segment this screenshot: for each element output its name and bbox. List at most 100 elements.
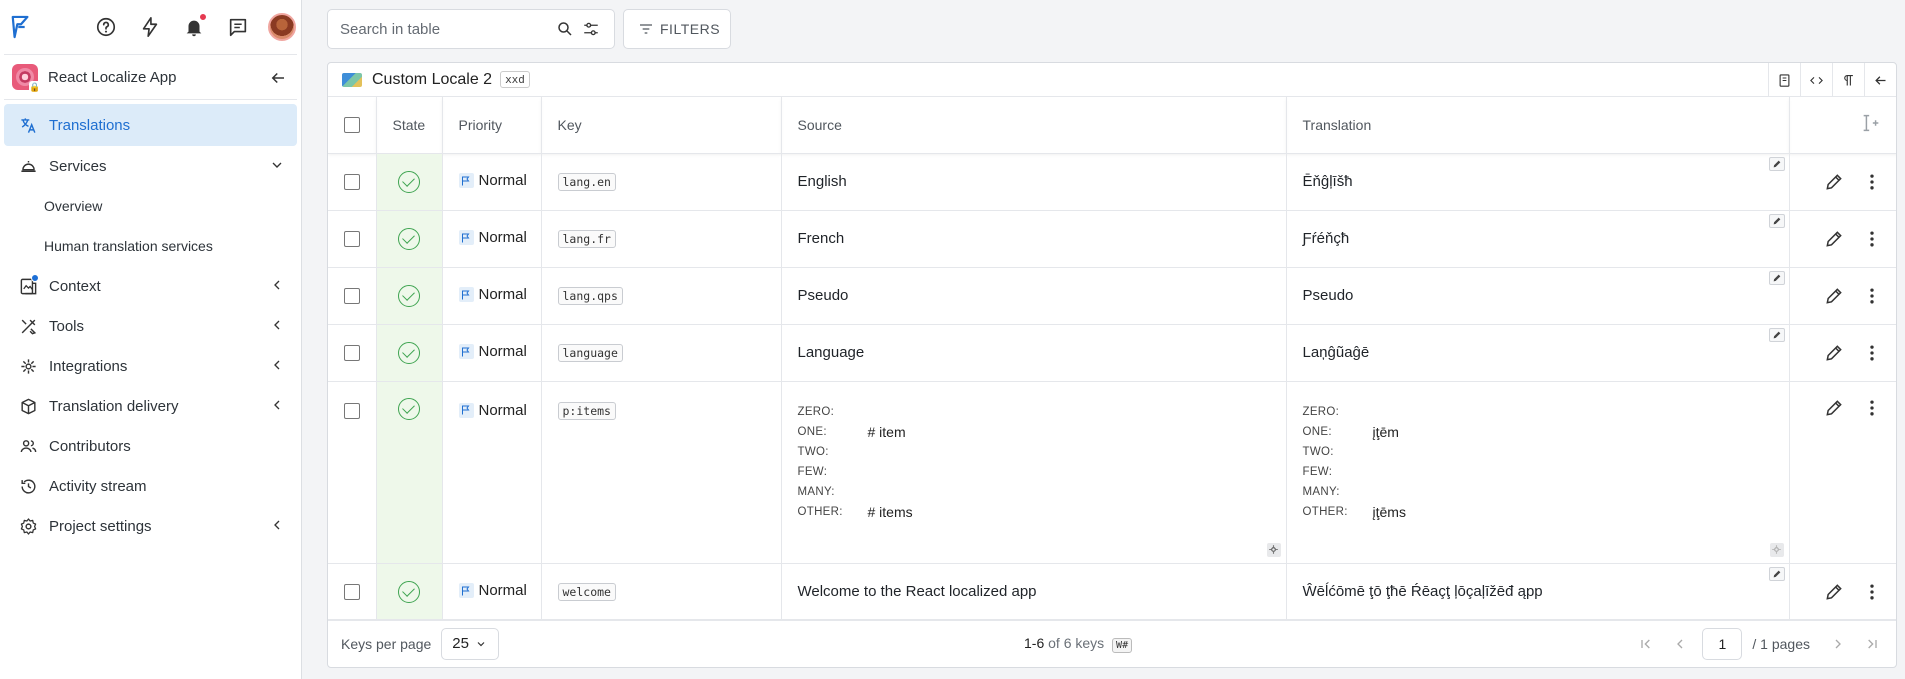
sidebar-item-translation-delivery[interactable]: Translation delivery — [4, 386, 297, 426]
pencil-icon[interactable] — [1768, 270, 1785, 285]
priority-cell[interactable]: Normal — [442, 563, 542, 621]
plural-settings-icon[interactable] — [1266, 542, 1281, 557]
messages-icon[interactable] — [224, 13, 252, 41]
key-cell[interactable]: lang.en — [541, 153, 782, 211]
whitespace-toggle-button[interactable] — [1832, 63, 1864, 97]
page-number-input[interactable]: 1 — [1702, 628, 1743, 660]
next-page-icon[interactable] — [1826, 632, 1850, 656]
column-header-source[interactable]: Source — [781, 97, 1287, 154]
word-count-badge[interactable]: W# — [1112, 638, 1133, 653]
filters-button[interactable]: FILTERS — [623, 9, 731, 49]
edit-pencil-icon[interactable] — [1824, 398, 1844, 418]
user-avatar[interactable] — [268, 13, 296, 41]
table-row[interactable]: Normal welcome Welcome to the React loca… — [328, 563, 1896, 621]
app-logo[interactable] — [9, 13, 33, 41]
translation-cell[interactable]: Ƒŕéňçħ — [1286, 210, 1790, 268]
sidebar-item-overview[interactable]: Overview — [0, 186, 301, 226]
sidebar-item-contributors[interactable]: Contributors — [4, 426, 297, 466]
sidebar-item-context[interactable]: Context — [4, 266, 297, 306]
pencil-icon[interactable] — [1768, 327, 1785, 342]
plural-settings-icon[interactable] — [1769, 542, 1784, 557]
row-checkbox[interactable] — [343, 288, 360, 305]
column-width-icon[interactable] — [1858, 112, 1884, 134]
key-cell[interactable]: p:items — [541, 381, 782, 564]
table-row[interactable]: Normal lang.qps Pseudo Pseudo — [328, 267, 1896, 325]
more-vertical-icon[interactable] — [1862, 398, 1882, 418]
source-cell[interactable]: ZERO: ONE: # item TWO: FEW: MANY: OTHER: #… — [781, 381, 1287, 564]
priority-cell[interactable]: Normal — [442, 267, 542, 325]
priority-cell[interactable]: Normal — [442, 324, 542, 382]
first-page-icon[interactable] — [1634, 632, 1658, 656]
previous-page-icon[interactable] — [1668, 632, 1692, 656]
source-cell[interactable]: Pseudo — [781, 267, 1287, 325]
code-toggle-button[interactable] — [1800, 63, 1832, 97]
source-cell[interactable]: English — [781, 153, 1287, 211]
row-checkbox[interactable] — [343, 231, 360, 248]
search-input[interactable] — [340, 20, 540, 38]
priority-cell[interactable]: Normal — [442, 381, 542, 564]
project-header[interactable]: 🔒 React Localize App — [4, 54, 297, 100]
sidebar-item-translations[interactable]: Translations — [4, 104, 297, 146]
search-options-icon[interactable] — [582, 20, 600, 38]
edit-pencil-icon[interactable] — [1824, 286, 1844, 306]
more-vertical-icon[interactable] — [1862, 582, 1882, 602]
more-vertical-icon[interactable] — [1862, 343, 1882, 363]
more-vertical-icon[interactable] — [1862, 229, 1882, 249]
edit-pencil-icon[interactable] — [1824, 582, 1844, 602]
row-checkbox[interactable] — [343, 174, 360, 191]
source-cell[interactable]: Language — [781, 324, 1287, 382]
sidebar-item-human-translation-services[interactable]: Human translation services — [0, 226, 301, 266]
row-checkbox[interactable] — [343, 345, 360, 362]
table-row[interactable]: Normal lang.fr French Ƒŕéňçħ — [328, 210, 1896, 268]
close-locale-button[interactable] — [1864, 63, 1896, 97]
sidebar-item-services[interactable]: Services — [4, 146, 297, 186]
translation-cell[interactable]: Ēňĝļīšħ — [1286, 153, 1790, 211]
column-header-key[interactable]: Key — [541, 97, 782, 154]
table-row[interactable]: Normal p:items ZERO: ONE: # item TWO: FEW… — [328, 381, 1896, 564]
row-checkbox[interactable] — [343, 584, 360, 601]
help-icon[interactable] — [92, 13, 120, 41]
table-row[interactable]: Normal lang.en English Ēňĝļīšħ — [328, 153, 1896, 211]
edit-pencil-icon[interactable] — [1824, 343, 1844, 363]
priority-cell[interactable]: Normal — [442, 153, 542, 211]
table-row[interactable]: Normal language Language Laņĝũaĝē — [328, 324, 1896, 382]
translation-cell[interactable]: Ŵēĺćōmē ţō ţħē Ŕēaçţ ļōçaļīžēđ ąpp — [1286, 563, 1790, 621]
translation-cell[interactable]: ZERO: ONE: įţēm TWO: FEW: MANY: OTHER: įţē… — [1286, 381, 1790, 564]
sidebar-item-activity-stream[interactable]: Activity stream — [4, 466, 297, 506]
keys-per-page-select[interactable]: 25 — [441, 627, 500, 660]
pencil-icon[interactable] — [1768, 156, 1785, 171]
key-cell[interactable]: welcome — [541, 563, 782, 621]
pencil-icon[interactable] — [1768, 213, 1785, 228]
translation-cell[interactable]: Pseudo — [1286, 267, 1790, 325]
sidebar-item-tools[interactable]: Tools — [4, 306, 297, 346]
source-cell[interactable]: French — [781, 210, 1287, 268]
state-cell — [376, 210, 443, 268]
sidebar-item-integrations[interactable]: Integrations — [4, 346, 297, 386]
row-checkbox[interactable] — [343, 402, 360, 419]
column-header-state[interactable]: State — [376, 97, 443, 154]
edit-pencil-icon[interactable] — [1824, 229, 1844, 249]
edit-pencil-icon[interactable] — [1824, 172, 1844, 192]
key-cell[interactable]: language — [541, 324, 782, 382]
sidebar-item-project-settings[interactable]: Project settings — [4, 506, 297, 546]
pencil-icon[interactable] — [1768, 566, 1785, 581]
collapse-sidebar-icon[interactable] — [269, 69, 287, 87]
more-vertical-icon[interactable] — [1862, 172, 1882, 192]
priority-cell[interactable]: Normal — [442, 210, 542, 268]
key-cell[interactable]: lang.fr — [541, 210, 782, 268]
search-icon[interactable] — [556, 20, 574, 38]
glossary-toggle-button[interactable] — [1768, 63, 1800, 97]
lightning-icon[interactable] — [136, 13, 164, 41]
select-all-checkbox[interactable] — [343, 117, 360, 134]
key-name: lang.en — [557, 173, 616, 191]
source-cell[interactable]: Welcome to the React localized app — [781, 563, 1287, 621]
column-header-priority[interactable]: Priority — [442, 97, 542, 154]
last-page-icon[interactable] — [1860, 632, 1884, 656]
more-vertical-icon[interactable] — [1862, 286, 1882, 306]
translation-cell[interactable]: Laņĝũaĝē — [1286, 324, 1790, 382]
key-cell[interactable]: lang.qps — [541, 267, 782, 325]
key-name: p:items — [557, 401, 616, 420]
column-header-translation[interactable]: Translation — [1286, 97, 1790, 154]
translate-icon — [18, 115, 38, 135]
notifications-bell-icon[interactable] — [180, 13, 208, 41]
